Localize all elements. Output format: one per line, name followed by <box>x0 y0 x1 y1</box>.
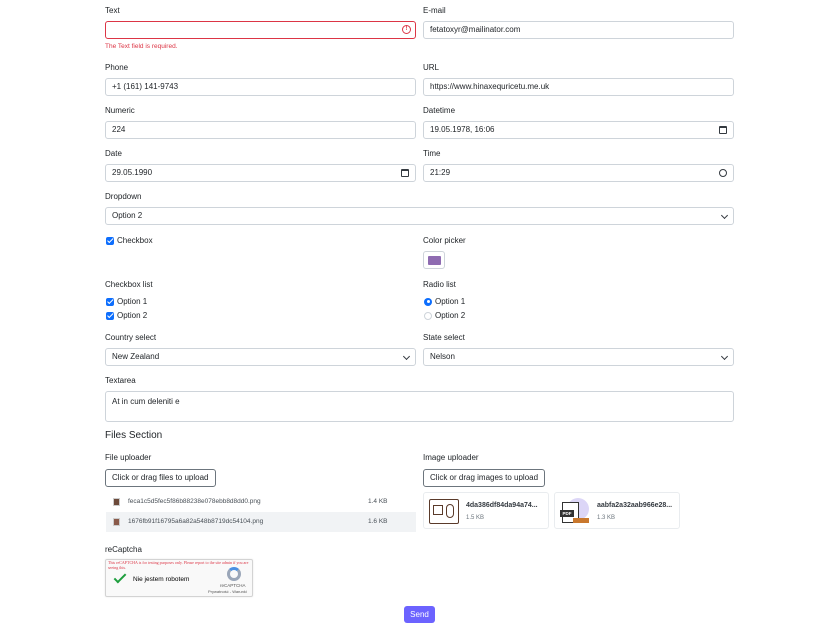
image-file-name: aabfa2a32aab966e28... <box>597 502 673 509</box>
state-value: Nelson <box>430 352 455 361</box>
dropdown-select[interactable]: Option 2 <box>105 207 734 225</box>
image-file-name: 4da386df84da94a74... <box>466 502 538 509</box>
image-upload-button[interactable]: Click or drag images to upload <box>423 469 546 487</box>
time-field[interactable]: 21:29 <box>423 164 734 182</box>
checkbox-list-label: Checkbox list <box>105 280 153 289</box>
text-label: Text <box>105 6 120 15</box>
checkbox-checked[interactable] <box>106 236 114 245</box>
date-value: 29.05.1990 <box>112 168 153 177</box>
recaptcha-checkbox-label: Nie jestem robotem <box>133 576 190 583</box>
date-field[interactable]: 29.05.1990 <box>105 164 416 182</box>
textarea-field[interactable]: At in cum deleniti e <box>105 391 734 422</box>
datetime-label: Datetime <box>423 106 456 115</box>
radio-list-item[interactable]: Option 1 <box>424 297 465 306</box>
file-size: 1.4 KB <box>368 498 388 505</box>
checkmark-icon[interactable] <box>113 570 127 584</box>
radio-list-item[interactable]: Option 2 <box>424 311 465 320</box>
color-picker-input[interactable] <box>423 251 445 269</box>
chevron-down-icon <box>402 352 411 361</box>
image-file-size: 1.5 KB <box>466 515 485 521</box>
dropdown-value: Option 2 <box>112 211 143 220</box>
file-list-item: feca1c5d5fec5f86b88238e078ebb8d8dd0.png … <box>106 492 416 512</box>
country-select-label: Country select <box>105 333 157 342</box>
country-value: New Zealand <box>112 352 160 361</box>
numeric-field[interactable]: 224 <box>105 121 416 139</box>
recaptcha-widget: This reCAPTCHA is for testing purposes o… <box>105 559 253 597</box>
color-picker-label: Color picker <box>423 236 466 245</box>
recaptcha-label: reCaptcha <box>105 545 142 554</box>
recaptcha-brand: reCAPTCHA <box>220 583 246 588</box>
state-select-label: State select <box>423 333 465 342</box>
checkbox-list-item[interactable]: Option 1 <box>106 297 147 306</box>
time-label: Time <box>423 149 441 158</box>
email-field[interactable]: fetatoxyr@mailinator.com <box>423 21 734 39</box>
checkbox-list-item[interactable]: Option 2 <box>106 311 147 320</box>
phone-label: Phone <box>105 63 129 72</box>
email-label: E-mail <box>423 6 446 15</box>
checkbox-option-label: Option 2 <box>117 311 148 320</box>
file-list-item: 1676fb91f16795a6a82a548b8719dc54104.png … <box>106 512 416 532</box>
checkbox-option-label: Option 1 <box>117 297 148 306</box>
radio-list-label: Radio list <box>423 280 456 289</box>
chevron-down-icon <box>720 211 729 220</box>
calendar-icon[interactable] <box>401 169 409 177</box>
recaptcha-logo-icon <box>227 567 241 581</box>
image-card: PDF aabfa2a32aab966e28... 1.3 KB <box>554 492 680 529</box>
state-select[interactable]: Nelson <box>423 348 734 366</box>
url-field[interactable]: https://www.hinaxequricetu.me.uk <box>423 78 734 96</box>
clock-icon[interactable] <box>719 169 727 177</box>
file-size: 1.6 KB <box>368 518 388 525</box>
file-thumbnail-icon <box>113 498 120 506</box>
chevron-down-icon <box>720 352 729 361</box>
file-name: feca1c5d5fec5f86b88238e078ebb8d8dd0.png <box>128 498 261 505</box>
radio-unselected[interactable] <box>424 311 432 320</box>
file-name: 1676fb91f16795a6a82a548b8719dc54104.png <box>128 518 264 525</box>
file-uploader-label: File uploader <box>105 453 152 462</box>
checkbox-checked[interactable] <box>106 311 114 320</box>
phone-field[interactable]: +1 (161) 141-9743 <box>105 78 416 96</box>
textarea-label: Textarea <box>105 376 136 385</box>
datetime-field[interactable]: 19.05.1978, 16:06 <box>423 121 734 139</box>
file-thumbnail-icon <box>113 518 120 526</box>
error-icon: ! <box>402 25 411 34</box>
text-error-message: The Text field is required. <box>105 43 178 50</box>
image-card: 4da386df84da94a74... 1.5 KB <box>423 492 549 529</box>
checkbox-checked[interactable] <box>106 297 114 306</box>
files-section-title: Files Section <box>105 430 163 441</box>
radio-option-label: Option 2 <box>435 311 466 320</box>
country-select[interactable]: New Zealand <box>105 348 416 366</box>
time-value: 21:29 <box>430 168 451 177</box>
image-uploader-label: Image uploader <box>423 453 479 462</box>
color-swatch <box>428 256 441 265</box>
image-file-size: 1.3 KB <box>597 515 616 521</box>
date-label: Date <box>105 149 122 158</box>
recaptcha-links[interactable]: Prywatność - Warunki <box>208 589 247 594</box>
pdf-file-icon: PDF <box>559 498 591 525</box>
url-label: URL <box>423 63 440 72</box>
checkbox-label: Checkbox <box>117 236 153 245</box>
file-upload-button[interactable]: Click or drag files to upload <box>105 469 216 487</box>
calendar-icon[interactable] <box>719 126 727 134</box>
radio-selected[interactable] <box>424 297 432 306</box>
checkbox-row[interactable]: Checkbox <box>106 236 153 245</box>
radio-option-label: Option 1 <box>435 297 466 306</box>
image-thumbnail-icon <box>429 499 459 524</box>
dropdown-label: Dropdown <box>105 192 142 201</box>
numeric-label: Numeric <box>105 106 135 115</box>
send-button[interactable]: Send <box>404 606 435 623</box>
datetime-value: 19.05.1978, 16:06 <box>430 125 495 134</box>
text-input[interactable]: ! <box>105 21 416 39</box>
